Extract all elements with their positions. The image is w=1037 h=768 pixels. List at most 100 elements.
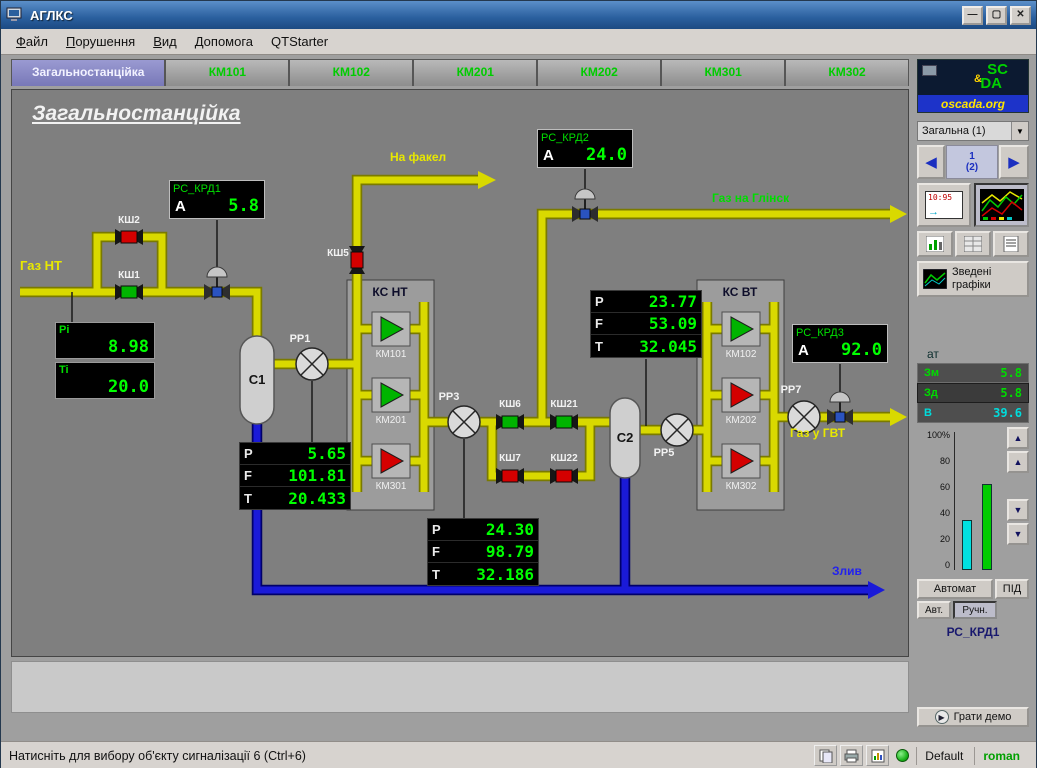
document-lines-icon [1002, 236, 1020, 252]
throttle-pp5[interactable] [661, 414, 693, 446]
pft-ksvt-p-label: P [595, 294, 611, 309]
clipboard-button[interactable] [814, 745, 837, 766]
valve-ksh5[interactable] [349, 246, 365, 274]
increase-button-2[interactable]: ▲ [1007, 451, 1029, 473]
view-select-combo[interactable]: Загальна (1) ▼ [917, 121, 1029, 141]
compressor-km101[interactable] [372, 312, 410, 346]
minimize-button[interactable]: — [962, 6, 983, 25]
pft-pp3-p-label: P [432, 522, 448, 537]
tab-km201[interactable]: КМ201 [413, 59, 537, 86]
controller-panel-krd3[interactable]: РС_КРД3 А92.0 [792, 324, 888, 363]
value-zm-value: 5.8 [1000, 366, 1022, 380]
print-button[interactable] [840, 745, 863, 766]
mode-pid-button[interactable]: ПІД [995, 579, 1029, 599]
play-demo-label: Грати демо [954, 711, 1012, 723]
compressor-km102[interactable] [722, 312, 760, 346]
doc-tool-button-3[interactable] [993, 231, 1029, 257]
menu-violations[interactable]: Порушення [57, 31, 144, 52]
compressor-km201[interactable] [372, 378, 410, 412]
pft-panel-pp3[interactable]: P24.30 F98.79 T32.186 [427, 518, 539, 586]
doc-tool-button-1[interactable] [917, 231, 953, 257]
valve-ksh1[interactable] [115, 284, 143, 300]
menu-help[interactable]: Допомога [186, 31, 262, 52]
menu-qtstarter[interactable]: QTStarter [262, 31, 337, 52]
arrow-left-icon: ◀ [925, 153, 937, 171]
export-button[interactable] [866, 745, 889, 766]
tab-km202[interactable]: КМ202 [537, 59, 661, 86]
next-page-button[interactable]: ▶ [999, 145, 1029, 179]
throttle-pp3[interactable] [448, 406, 480, 438]
pft-ksvt-f-value: 53.09 [649, 314, 697, 333]
value-row-v[interactable]: В 39.6 [917, 403, 1029, 423]
drain-arrow [868, 581, 885, 599]
menu-view[interactable]: Вид [144, 31, 186, 52]
controller-panel-krd1[interactable]: РС_КРД1 А5.8 [169, 180, 265, 219]
menu-help-rest: опомога [204, 34, 253, 49]
compressor-km301[interactable] [372, 444, 410, 478]
alarm-list-area[interactable] [11, 661, 909, 713]
inlet-measure-panel[interactable]: Pi 8.98 Ti 20.0 [55, 322, 155, 402]
control-valve-krd2[interactable] [572, 189, 598, 222]
compressor-km202[interactable] [722, 378, 760, 412]
printer-icon [844, 749, 859, 763]
control-valve-krd3[interactable] [827, 392, 853, 425]
decrease-button-1[interactable]: ▼ [1007, 499, 1029, 521]
throttle-pp1[interactable] [296, 348, 328, 380]
value-row-zd[interactable]: Зд 5.8 [917, 383, 1029, 403]
pft-c1-f-value: 101.81 [288, 466, 346, 485]
mode-avt-button[interactable]: Авт. [917, 601, 951, 619]
vessel-c1-label: С1 [249, 372, 266, 387]
controller-krd3-name: РС_КРД3 [793, 325, 887, 340]
valve-ksh21[interactable] [550, 414, 578, 430]
control-valve-krd1[interactable] [204, 267, 230, 300]
flow-label-flare: На факел [390, 150, 446, 164]
valve-ksh22[interactable] [550, 468, 578, 484]
tab-km102[interactable]: КМ102 [289, 59, 413, 86]
menu-view-accel: В [153, 34, 162, 49]
valve-ksh7[interactable] [496, 468, 524, 484]
menu-file[interactable]: Файл [7, 31, 57, 52]
doc-tool-button-2[interactable] [955, 231, 991, 257]
documents-view-button[interactable]: 10:95 → [917, 183, 971, 227]
graphs-view-button[interactable] [974, 183, 1029, 227]
menu-file-rest: айл [26, 34, 48, 49]
increase-button-1[interactable]: ▲ [1007, 427, 1029, 449]
controller-panel-krd2[interactable]: РС_КРД2 А24.0 [537, 129, 633, 168]
oscada-logo: SC & DA oscada.org [917, 59, 1029, 113]
glinsk-arrow [890, 205, 907, 223]
tab-km302[interactable]: КМ302 [785, 59, 909, 86]
tab-zagalnostanciyka[interactable]: Загальностанційка [11, 59, 165, 86]
mode-auto-button[interactable]: Автомат [917, 579, 993, 599]
menu-help-accel: Д [195, 34, 204, 49]
tab-km101[interactable]: КМ101 [165, 59, 289, 86]
pft-ksvt-t-value: 32.045 [639, 337, 697, 356]
controller-krd2-name: РС_КРД2 [538, 130, 632, 145]
inlet-pi-cell: Pi 8.98 [55, 322, 155, 359]
summary-graphs-button[interactable]: Зведені графіки [917, 261, 1029, 297]
play-demo-button[interactable]: ▶ Грати демо [917, 707, 1029, 727]
pft-panel-c1[interactable]: P5.65 F101.81 T20.433 [239, 442, 351, 510]
mode-ruch-button[interactable]: Ручн. [953, 601, 997, 619]
maximize-button[interactable]: ▢ [986, 6, 1007, 25]
pft-panel-ksvt[interactable]: P23.77 F53.09 T32.045 [590, 290, 702, 358]
chevron-down-icon[interactable]: ▼ [1011, 122, 1028, 140]
inlet-ti-cell: Ti 20.0 [55, 362, 155, 399]
status-bar: Натисніть для вибору об'єкту сигналізаці… [1, 741, 1036, 768]
prev-page-button[interactable]: ◀ [917, 145, 945, 179]
scheme-tabs: Загальностанційка КМ101 КМ102 КМ201 КМ20… [11, 59, 909, 86]
controller-krd3-mode: А [798, 342, 809, 359]
valve-ksh22-label: КШ22 [550, 453, 578, 464]
flow-label-drain: Злив [832, 564, 862, 578]
compressor-km302[interactable] [722, 444, 760, 478]
valve-ksh6[interactable] [496, 414, 524, 430]
controller-krd1-value: 5.8 [228, 196, 259, 216]
decrease-button-2[interactable]: ▼ [1007, 523, 1029, 545]
value-row-zm[interactable]: Зм 5.8 [917, 363, 1029, 383]
menu-view-rest: ид [162, 34, 177, 49]
inlet-ti-value: 20.0 [108, 377, 149, 397]
page-number: 1 [969, 151, 975, 163]
close-button[interactable]: ✕ [1010, 6, 1031, 25]
menu-qtstarter-rest: QTStarter [271, 34, 328, 49]
tab-km301[interactable]: КМ301 [661, 59, 785, 86]
valve-ksh2[interactable] [115, 229, 143, 245]
